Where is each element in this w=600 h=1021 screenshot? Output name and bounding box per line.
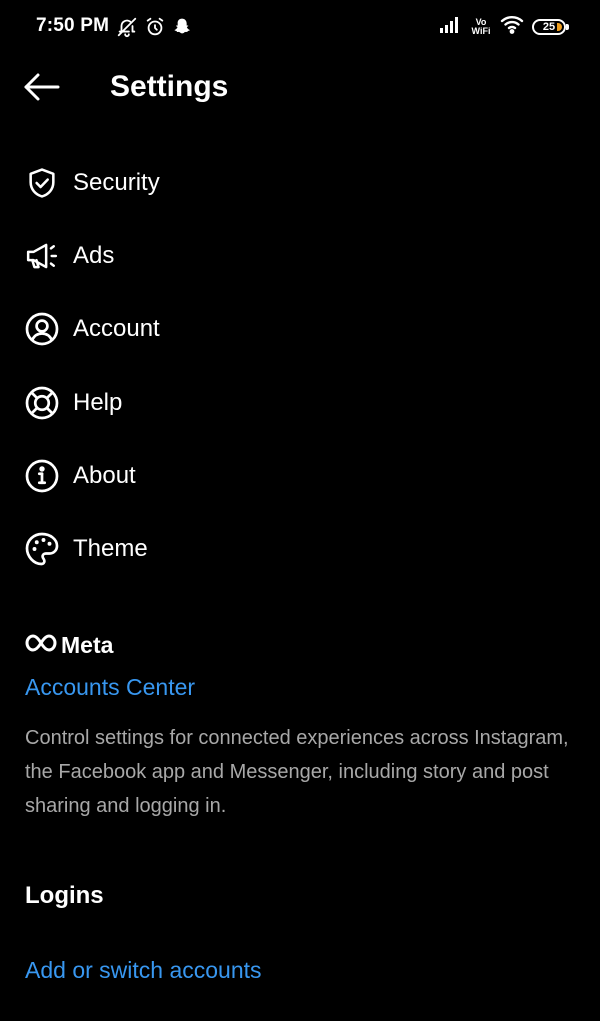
battery-fill (557, 22, 562, 31)
palette-icon (24, 531, 60, 567)
info-icon (24, 458, 60, 494)
status-right-icons: Vo WiFi 25 (440, 14, 569, 39)
meta-infinity-icon (25, 633, 57, 657)
logins-heading: Logins (25, 882, 104, 909)
battery-level: 25 (542, 20, 556, 33)
back-button[interactable] (22, 72, 62, 106)
menu-item-security[interactable]: Security (0, 146, 600, 219)
snapchat-icon (172, 17, 192, 42)
bell-off-icon (116, 16, 138, 43)
wifi-icon (500, 14, 524, 39)
settings-menu: Security Ads Account Help About Theme (0, 146, 600, 586)
menu-item-theme[interactable]: Theme (0, 512, 600, 585)
menu-item-about[interactable]: About (0, 439, 600, 512)
meta-brand-text: Meta (61, 631, 114, 658)
status-bar: 7:50 PM Vo WiFi 25 (0, 0, 600, 56)
meta-section: Meta Accounts Center Control settings fo… (25, 628, 575, 823)
menu-item-label: Security (73, 168, 160, 196)
menu-item-label: Theme (73, 535, 148, 563)
menu-item-help[interactable]: Help (0, 366, 600, 439)
meta-brand: Meta (25, 628, 575, 662)
add-switch-accounts-link[interactable]: Add or switch accounts (25, 957, 262, 984)
megaphone-icon (24, 238, 60, 274)
vowifi-bottom: WiFi (471, 25, 491, 36)
menu-item-label: Account (73, 315, 160, 343)
lifebuoy-icon (24, 385, 60, 421)
shield-check-icon (24, 165, 60, 201)
status-time: 7:50 PM (36, 15, 110, 36)
menu-item-account[interactable]: Account (0, 293, 600, 366)
vowifi-icon: Vo WiFi (470, 17, 492, 36)
status-left-icons (116, 16, 192, 43)
page-title: Settings (110, 70, 229, 103)
menu-item-ads[interactable]: Ads (0, 219, 600, 292)
signal-icon (440, 15, 462, 38)
header: Settings (0, 60, 600, 116)
alarm-icon (144, 16, 166, 43)
meta-description: Control settings for connected experienc… (25, 727, 569, 817)
user-circle-icon (24, 311, 60, 347)
menu-item-label: Ads (73, 241, 115, 269)
arrow-left-icon (23, 72, 61, 107)
battery-icon: 25 (532, 18, 569, 35)
menu-item-label: Help (73, 388, 123, 416)
menu-item-label: About (73, 461, 136, 489)
accounts-center-link[interactable]: Accounts Center (25, 674, 195, 701)
